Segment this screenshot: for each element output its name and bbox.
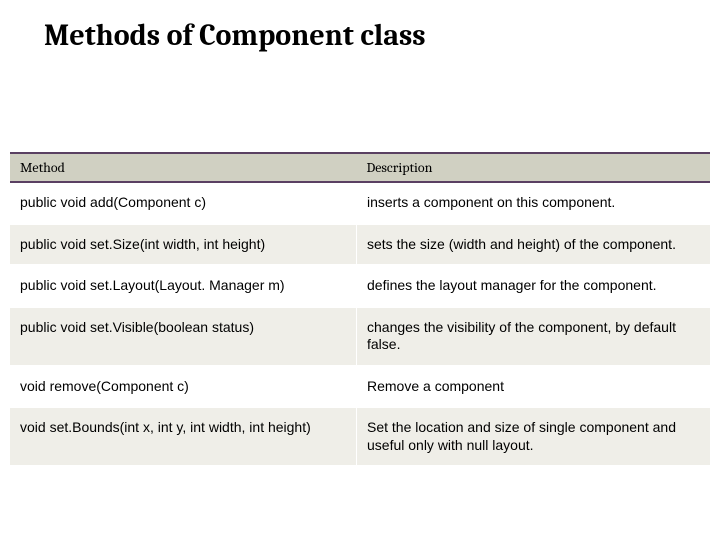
cell-method: public void add(Component c) [10,182,357,224]
cell-method: void remove(Component c) [10,366,357,408]
table-row: public void set.Size(int width, int heig… [10,224,710,266]
table-row: void set.Bounds(int x, int y, int width,… [10,407,710,466]
cell-desc: defines the layout manager for the compo… [357,265,711,307]
col-header-description: Description [357,153,711,182]
methods-table: Method Description public void add(Compo… [10,152,710,467]
cell-desc: Remove a component [357,366,711,408]
col-header-method: Method [10,153,357,182]
cell-desc: inserts a component on this component. [357,182,711,224]
slide-title: Methods of Component class [44,18,710,53]
methods-table-wrap: Method Description public void add(Compo… [10,152,710,467]
table-row: public void add(Component c) inserts a c… [10,182,710,224]
table-row: void remove(Component c) Remove a compon… [10,366,710,408]
cell-method: void set.Bounds(int x, int y, int width,… [10,407,357,466]
cell-method: public void set.Size(int width, int heig… [10,224,357,266]
cell-method: public void set.Visible(boolean status) [10,307,357,366]
table-row: public void set.Layout(Layout. Manager m… [10,265,710,307]
cell-desc: changes the visibility of the component,… [357,307,711,366]
cell-desc: sets the size (width and height) of the … [357,224,711,266]
slide: Methods of Component class Method Descri… [0,0,720,540]
table-header-row: Method Description [10,153,710,182]
cell-desc: Set the location and size of single comp… [357,407,711,466]
table-row: public void set.Visible(boolean status) … [10,307,710,366]
cell-method: public void set.Layout(Layout. Manager m… [10,265,357,307]
